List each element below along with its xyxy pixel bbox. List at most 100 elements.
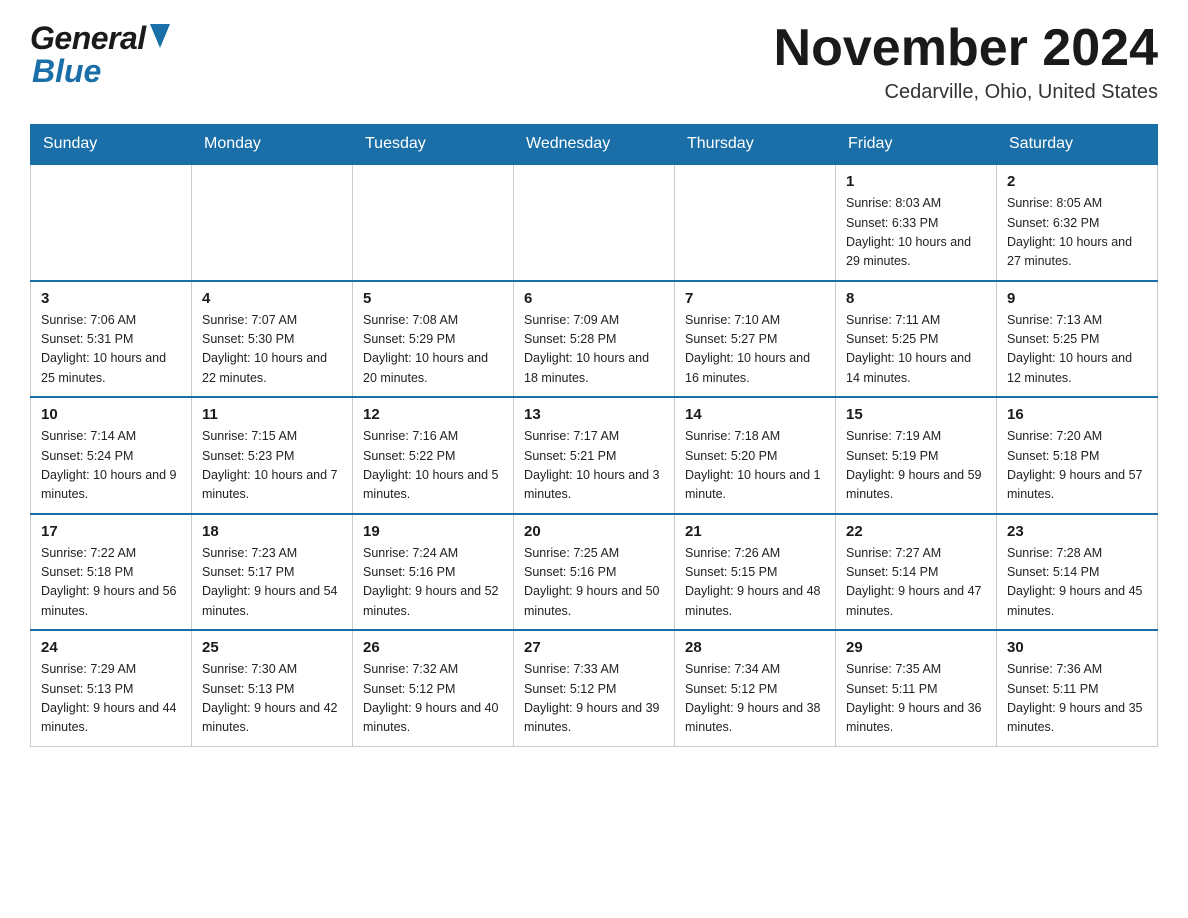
day-number: 14 bbox=[685, 406, 825, 423]
calendar-cell bbox=[31, 164, 192, 281]
calendar-cell: 21 Sunrise: 7:26 AMSunset: 5:15 PMDayligh… bbox=[675, 514, 836, 631]
day-info: Sunrise: 7:15 AMSunset: 5:23 PMDaylight:… bbox=[202, 427, 342, 505]
logo-blue-text: Blue bbox=[32, 53, 101, 89]
day-info: Sunrise: 7:16 AMSunset: 5:22 PMDaylight:… bbox=[363, 427, 503, 505]
day-info: Sunrise: 7:36 AMSunset: 5:11 PMDaylight:… bbox=[1007, 660, 1147, 738]
day-info: Sunrise: 7:23 AMSunset: 5:17 PMDaylight:… bbox=[202, 544, 342, 622]
calendar-cell: 10Sunrise: 7:14 AMSunset: 5:24 PMDayligh… bbox=[31, 397, 192, 514]
calendar-week-row: 17 Sunrise: 7:22 AMSunset: 5:18 PMDayligh… bbox=[31, 514, 1158, 631]
calendar-cell: 20Sunrise: 7:25 AMSunset: 5:16 PMDayligh… bbox=[514, 514, 675, 631]
day-number: 25 bbox=[202, 639, 342, 656]
calendar-cell: 18 Sunrise: 7:23 AMSunset: 5:17 PMDayligh… bbox=[192, 514, 353, 631]
logo: General Blue bbox=[30, 20, 170, 90]
calendar-cell: 11 Sunrise: 7:15 AMSunset: 5:23 PMDayligh… bbox=[192, 397, 353, 514]
calendar-cell: 29Sunrise: 7:35 AMSunset: 5:11 PMDayligh… bbox=[836, 630, 997, 746]
day-info: Sunrise: 7:09 AMSunset: 5:28 PMDaylight:… bbox=[524, 311, 664, 389]
day-info: Sunrise: 7:13 AMSunset: 5:25 PMDaylight:… bbox=[1007, 311, 1147, 389]
calendar-cell: 3Sunrise: 7:06 AMSunset: 5:31 PMDaylight… bbox=[31, 281, 192, 398]
col-header-tuesday: Tuesday bbox=[353, 125, 514, 165]
day-number: 21 bbox=[685, 523, 825, 540]
calendar-cell: 19Sunrise: 7:24 AMSunset: 5:16 PMDayligh… bbox=[353, 514, 514, 631]
calendar-week-row: 1 Sunrise: 8:03 AMSunset: 6:33 PMDaylight… bbox=[31, 164, 1158, 281]
col-header-friday: Friday bbox=[836, 125, 997, 165]
calendar-cell: 17 Sunrise: 7:22 AMSunset: 5:18 PMDayligh… bbox=[31, 514, 192, 631]
logo-general-text: General bbox=[30, 20, 146, 57]
day-number: 17 bbox=[41, 523, 181, 540]
day-info: Sunrise: 7:27 AMSunset: 5:14 PMDaylight:… bbox=[846, 544, 986, 622]
day-number: 10 bbox=[41, 406, 181, 423]
day-info: Sunrise: 7:22 AMSunset: 5:18 PMDaylight:… bbox=[41, 544, 181, 622]
day-info: Sunrise: 7:30 AMSunset: 5:13 PMDaylight:… bbox=[202, 660, 342, 738]
day-number: 26 bbox=[363, 639, 503, 656]
calendar-cell: 7 Sunrise: 7:10 AMSunset: 5:27 PMDaylight… bbox=[675, 281, 836, 398]
page-header: General Blue November 2024 Cedarville, O… bbox=[30, 20, 1158, 104]
col-header-saturday: Saturday bbox=[997, 125, 1158, 165]
day-number: 4 bbox=[202, 290, 342, 307]
calendar-cell: 27 Sunrise: 7:33 AMSunset: 5:12 PMDayligh… bbox=[514, 630, 675, 746]
day-number: 6 bbox=[524, 290, 664, 307]
calendar-cell bbox=[192, 164, 353, 281]
day-info: Sunrise: 7:20 AMSunset: 5:18 PMDaylight:… bbox=[1007, 427, 1147, 505]
day-info: Sunrise: 7:29 AMSunset: 5:13 PMDaylight:… bbox=[41, 660, 181, 738]
calendar-week-row: 10Sunrise: 7:14 AMSunset: 5:24 PMDayligh… bbox=[31, 397, 1158, 514]
day-info: Sunrise: 7:17 AMSunset: 5:21 PMDaylight:… bbox=[524, 427, 664, 505]
day-info: Sunrise: 7:26 AMSunset: 5:15 PMDaylight:… bbox=[685, 544, 825, 622]
day-info: Sunrise: 7:28 AMSunset: 5:14 PMDaylight:… bbox=[1007, 544, 1147, 622]
day-number: 24 bbox=[41, 639, 181, 656]
calendar-table: SundayMondayTuesdayWednesdayThursdayFrid… bbox=[30, 124, 1158, 747]
day-info: Sunrise: 7:35 AMSunset: 5:11 PMDaylight:… bbox=[846, 660, 986, 738]
calendar-cell: 15Sunrise: 7:19 AMSunset: 5:19 PMDayligh… bbox=[836, 397, 997, 514]
calendar-cell: 23 Sunrise: 7:28 AMSunset: 5:14 PMDayligh… bbox=[997, 514, 1158, 631]
calendar-week-row: 3Sunrise: 7:06 AMSunset: 5:31 PMDaylight… bbox=[31, 281, 1158, 398]
calendar-cell: 14 Sunrise: 7:18 AMSunset: 5:20 PMDayligh… bbox=[675, 397, 836, 514]
day-number: 19 bbox=[363, 523, 503, 540]
calendar-cell: 28 Sunrise: 7:34 AMSunset: 5:12 PMDayligh… bbox=[675, 630, 836, 746]
location-subtitle: Cedarville, Ohio, United States bbox=[774, 81, 1158, 104]
day-number: 8 bbox=[846, 290, 986, 307]
col-header-sunday: Sunday bbox=[31, 125, 192, 165]
calendar-cell: 12 Sunrise: 7:16 AMSunset: 5:22 PMDayligh… bbox=[353, 397, 514, 514]
day-info: Sunrise: 7:18 AMSunset: 5:20 PMDaylight:… bbox=[685, 427, 825, 505]
day-info: Sunrise: 7:11 AMSunset: 5:25 PMDaylight:… bbox=[846, 311, 986, 389]
calendar-week-row: 24 Sunrise: 7:29 AMSunset: 5:13 PMDayligh… bbox=[31, 630, 1158, 746]
calendar-header-row: SundayMondayTuesdayWednesdayThursdayFrid… bbox=[31, 125, 1158, 165]
day-number: 11 bbox=[202, 406, 342, 423]
calendar-cell: 6 Sunrise: 7:09 AMSunset: 5:28 PMDaylight… bbox=[514, 281, 675, 398]
calendar-cell: 30 Sunrise: 7:36 AMSunset: 5:11 PMDayligh… bbox=[997, 630, 1158, 746]
calendar-cell: 5 Sunrise: 7:08 AMSunset: 5:29 PMDaylight… bbox=[353, 281, 514, 398]
day-info: Sunrise: 7:32 AMSunset: 5:12 PMDaylight:… bbox=[363, 660, 503, 738]
day-number: 30 bbox=[1007, 639, 1147, 656]
calendar-cell bbox=[514, 164, 675, 281]
day-info: Sunrise: 7:10 AMSunset: 5:27 PMDaylight:… bbox=[685, 311, 825, 389]
day-number: 23 bbox=[1007, 523, 1147, 540]
day-info: Sunrise: 7:34 AMSunset: 5:12 PMDaylight:… bbox=[685, 660, 825, 738]
day-info: Sunrise: 7:33 AMSunset: 5:12 PMDaylight:… bbox=[524, 660, 664, 738]
day-info: Sunrise: 7:08 AMSunset: 5:29 PMDaylight:… bbox=[363, 311, 503, 389]
calendar-cell: 4 Sunrise: 7:07 AMSunset: 5:30 PMDaylight… bbox=[192, 281, 353, 398]
day-number: 7 bbox=[685, 290, 825, 307]
day-info: Sunrise: 7:25 AMSunset: 5:16 PMDaylight:… bbox=[524, 544, 664, 622]
day-number: 18 bbox=[202, 523, 342, 540]
title-section: November 2024 Cedarville, Ohio, United S… bbox=[774, 20, 1158, 104]
day-number: 27 bbox=[524, 639, 664, 656]
day-number: 22 bbox=[846, 523, 986, 540]
day-number: 1 bbox=[846, 173, 986, 190]
logo-triangle-icon bbox=[150, 24, 170, 53]
calendar-cell: 13Sunrise: 7:17 AMSunset: 5:21 PMDayligh… bbox=[514, 397, 675, 514]
calendar-cell: 25 Sunrise: 7:30 AMSunset: 5:13 PMDayligh… bbox=[192, 630, 353, 746]
day-info: Sunrise: 8:05 AMSunset: 6:32 PMDaylight:… bbox=[1007, 194, 1147, 272]
day-number: 9 bbox=[1007, 290, 1147, 307]
day-number: 28 bbox=[685, 639, 825, 656]
calendar-cell: 22 Sunrise: 7:27 AMSunset: 5:14 PMDayligh… bbox=[836, 514, 997, 631]
day-number: 3 bbox=[41, 290, 181, 307]
calendar-cell: 9 Sunrise: 7:13 AMSunset: 5:25 PMDaylight… bbox=[997, 281, 1158, 398]
calendar-cell: 1 Sunrise: 8:03 AMSunset: 6:33 PMDaylight… bbox=[836, 164, 997, 281]
day-number: 12 bbox=[363, 406, 503, 423]
day-number: 5 bbox=[363, 290, 503, 307]
day-info: Sunrise: 7:07 AMSunset: 5:30 PMDaylight:… bbox=[202, 311, 342, 389]
month-title: November 2024 bbox=[774, 20, 1158, 77]
day-info: Sunrise: 7:19 AMSunset: 5:19 PMDaylight:… bbox=[846, 427, 986, 505]
calendar-cell bbox=[675, 164, 836, 281]
col-header-wednesday: Wednesday bbox=[514, 125, 675, 165]
day-info: Sunrise: 8:03 AMSunset: 6:33 PMDaylight:… bbox=[846, 194, 986, 272]
